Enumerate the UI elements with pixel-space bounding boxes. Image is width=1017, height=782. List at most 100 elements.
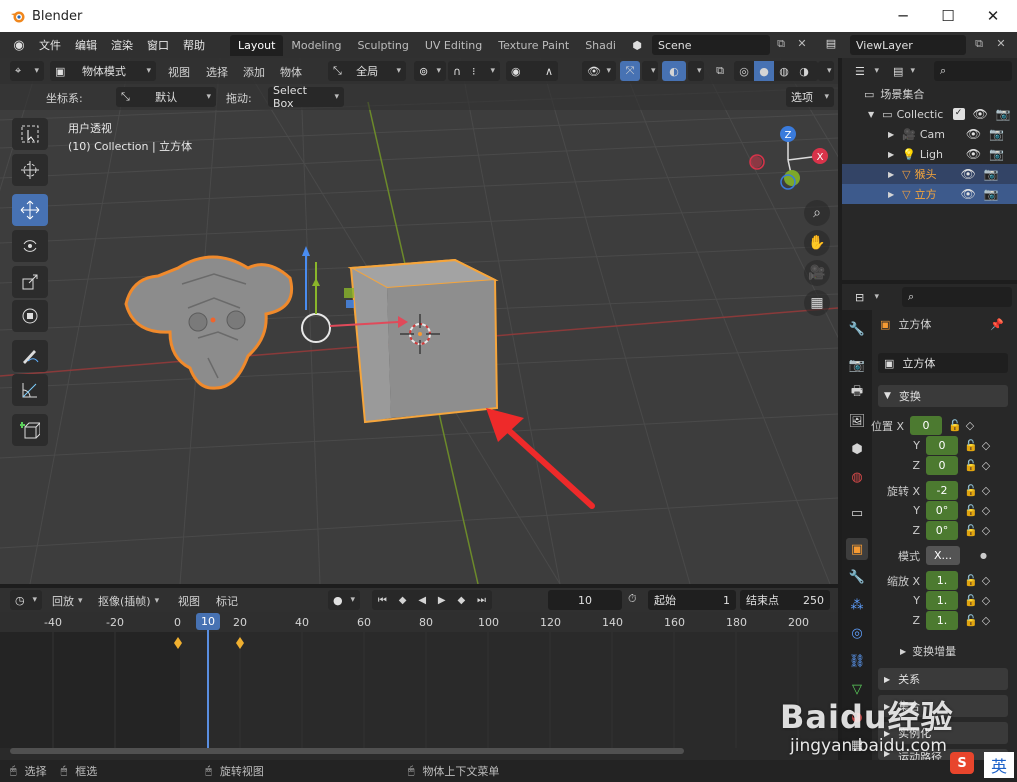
delete-scene-icon[interactable]: ✕ [794, 37, 810, 50]
annotate-tool-icon[interactable] [12, 340, 48, 372]
jump-end-icon[interactable]: ⏭ [477, 595, 486, 606]
scale-tool-icon[interactable] [12, 266, 48, 298]
render-camera-icon[interactable]: 📷 [984, 167, 999, 181]
gizmo-dropdown[interactable]: ▾ [642, 61, 658, 81]
tab-layout[interactable]: Layout [230, 34, 284, 56]
transform-panel-header[interactable]: ▼ 变换 [878, 385, 1008, 407]
jump-start-icon[interactable]: ⏮ [378, 595, 387, 606]
start-frame-field[interactable]: 起始 1 [648, 590, 736, 610]
overlay-toggle-icon[interactable]: ◐ [662, 61, 686, 81]
outliner-search[interactable]: ⌕ [934, 61, 1012, 81]
transform-tool-icon[interactable] [12, 300, 48, 332]
outliner-row-collection[interactable]: ▼ ▭ Collectic ✓ 👁 📷 [842, 104, 1017, 124]
menu-object[interactable]: 物体 [280, 64, 302, 80]
play-icon[interactable]: ▶ [438, 595, 446, 606]
rotate-tool-icon[interactable] [12, 230, 48, 262]
properties-search[interactable]: ⌕ [902, 287, 1012, 307]
pan-hand-icon[interactable]: ✋ [804, 230, 830, 256]
snap-dropdown[interactable]: ∩ ⁝ ▾ [448, 61, 500, 81]
menu-help[interactable]: 帮助 [176, 37, 212, 53]
render-tab-icon[interactable]: 📷 [846, 354, 868, 376]
lock-icon[interactable]: 🔓 [964, 524, 978, 537]
object-name-field[interactable]: ▣ 立方体 [878, 353, 1008, 373]
move-gizmo[interactable] [290, 242, 410, 362]
minimize-button[interactable]: ─ [880, 0, 926, 32]
cursor-tool-icon[interactable] [12, 154, 48, 186]
gizmo-toggle-icon[interactable]: ⤧ [620, 61, 640, 81]
add-cube-tool-icon[interactable] [12, 414, 48, 446]
scale-x-field[interactable]: 1. [926, 571, 958, 590]
outliner-row-light[interactable]: ▶ 💡 Ligh 👁 📷 [842, 144, 1017, 164]
render-camera-icon[interactable]: 📷 [984, 187, 999, 201]
measure-tool-icon[interactable] [12, 374, 48, 406]
keyframe-icon[interactable]: ◇ [982, 614, 990, 627]
timeline[interactable]: 10 -40 -20 0 20 40 60 80 100 120 140 160… [0, 588, 838, 760]
eye-icon[interactable]: 👁 [961, 187, 976, 201]
menu-file[interactable]: 文件 [32, 37, 68, 53]
eye-icon[interactable]: 👁 [966, 147, 981, 161]
rotation-mode-dropdown[interactable]: X... [926, 546, 960, 565]
next-keyframe-icon[interactable]: ◆ [457, 595, 465, 606]
keyframe-icon[interactable]: ◇ [982, 594, 990, 607]
tab-modeling[interactable]: Modeling [283, 35, 349, 56]
constraints-tab-icon[interactable]: ⛓ [846, 650, 868, 672]
output-tab-icon[interactable]: 🖶 [846, 382, 868, 404]
lock-icon[interactable]: 🔓 [964, 459, 978, 472]
keying-menu[interactable]: 抠像(插帧) ▾ [98, 593, 159, 609]
overlay-dropdown[interactable]: ▾ [688, 61, 704, 81]
keyframe-icon[interactable]: ◇ [966, 419, 974, 432]
autokey-toggle[interactable]: ● ▾ [328, 590, 360, 610]
render-camera-icon[interactable]: 📷 [996, 107, 1011, 121]
blender-menu-icon[interactable]: ◉ [6, 38, 32, 53]
menu-select[interactable]: 选择 [206, 64, 228, 80]
scale-y-field[interactable]: 1. [926, 591, 958, 610]
pin-icon[interactable]: 📌 [990, 318, 1004, 331]
navigation-gizmo[interactable]: Z X [744, 120, 834, 210]
prev-keyframe-icon[interactable]: ◆ [399, 595, 407, 606]
menu-add[interactable]: 添加 [243, 64, 265, 80]
marker-menu[interactable]: 标记 [216, 593, 238, 609]
3d-viewport[interactable]: Z X ⌕ ✋ 🎥 ▦ 用户透视 (10) Collection | 立方体 [0, 58, 838, 584]
tab-uv-editing[interactable]: UV Editing [417, 35, 490, 56]
lock-icon[interactable]: 🔓 [964, 504, 978, 517]
orientation-dropdown[interactable]: ⤡ 全局 ▾ [328, 61, 406, 81]
expand-icon[interactable]: ▶ [888, 170, 894, 179]
outliner-row-cube[interactable]: ▶ ▽ 立方 👁 📷 [842, 184, 1017, 204]
keyframe-icon[interactable]: ◇ [982, 439, 990, 452]
select-tool-icon[interactable] [12, 118, 48, 150]
eye-icon[interactable]: 👁 [973, 107, 988, 121]
current-frame-field[interactable]: 10 [548, 590, 622, 610]
tab-shading[interactable]: Shadi [577, 35, 624, 56]
location-x-field[interactable]: 0 [910, 416, 942, 435]
menu-edit[interactable]: 编辑 [68, 37, 104, 53]
location-z-field[interactable]: 0 [926, 456, 958, 475]
rotation-x-field[interactable]: -2 [926, 481, 958, 500]
rotation-y-field[interactable]: 0° [926, 501, 958, 520]
outliner-editor-type[interactable]: ☰ ▾ [850, 61, 884, 81]
visibility-dropdown[interactable]: 👁 ▾ [582, 61, 616, 81]
render-camera-icon[interactable]: 📷 [989, 127, 1004, 141]
playback-menu[interactable]: 回放 ▾ [52, 593, 83, 609]
lock-icon[interactable]: 🔓 [964, 484, 978, 497]
keyframe-icon[interactable]: ◇ [982, 524, 990, 537]
camera-view-icon[interactable]: 🎥 [804, 260, 830, 286]
expand-icon[interactable]: ▶ [888, 130, 894, 139]
tool-tab-icon[interactable]: 🔧 [846, 318, 868, 340]
collapse-icon[interactable]: ▼ [868, 110, 874, 119]
scene-field[interactable]: Scene [652, 35, 770, 55]
outliner-row-monkey[interactable]: ▶ ▽ 猴头 👁 📷 [842, 164, 1017, 184]
maximize-button[interactable]: ☐ [925, 0, 971, 32]
solid-shading-icon[interactable]: ● [754, 61, 774, 81]
menu-window[interactable]: 窗口 [140, 37, 176, 53]
rendered-shading-icon[interactable]: ◑ [794, 65, 814, 78]
exclude-checkbox[interactable]: ✓ [952, 108, 965, 120]
move-tool-icon[interactable] [12, 194, 48, 226]
keyframe-icon[interactable]: ◇ [982, 459, 990, 472]
lock-icon[interactable]: 🔓 [964, 594, 978, 607]
outliner-row-camera[interactable]: ▶ 🎥 Cam 👁 📷 [842, 124, 1017, 144]
delete-view-layer-icon[interactable]: ✕ [993, 37, 1009, 50]
expand-icon[interactable]: ▶ [888, 150, 894, 159]
expand-icon[interactable]: ▶ [888, 190, 894, 199]
location-y-field[interactable]: 0 [926, 436, 958, 455]
timeline-editor-type[interactable]: ◷ ▾ [10, 590, 42, 610]
